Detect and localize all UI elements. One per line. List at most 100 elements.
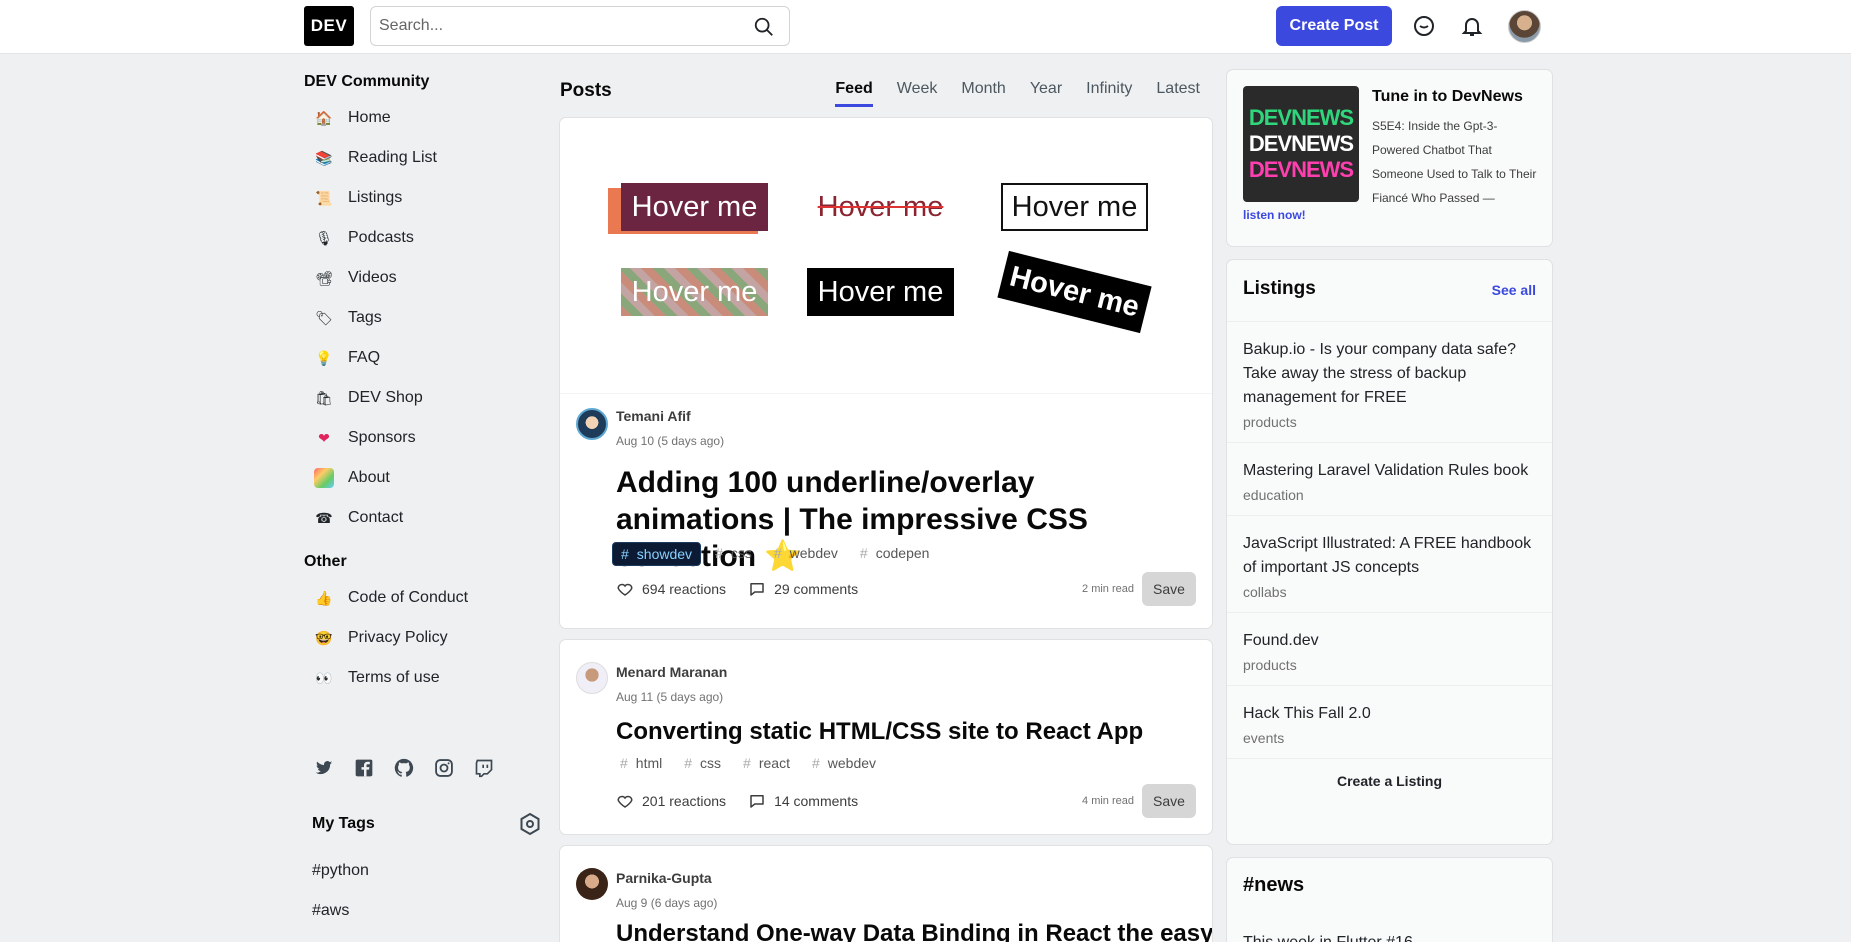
lightbulb-icon: 💡 [315, 349, 333, 366]
user-avatar[interactable] [1508, 10, 1541, 43]
house-icon: 🏠 [315, 109, 333, 126]
post-card[interactable]: Hover me Hover me Hover me Hover me Hove… [560, 118, 1212, 628]
sidebar-item-about[interactable]: About [304, 458, 544, 498]
chat-icon[interactable] [1412, 14, 1436, 38]
facebook-icon[interactable] [352, 756, 376, 780]
sidebar-item-dev-shop[interactable]: 🛍 DEV Shop [304, 378, 544, 418]
save-button[interactable]: Save [1142, 784, 1196, 818]
heart-icon: ❤ [318, 429, 330, 446]
tab-feed[interactable]: Feed [835, 80, 873, 107]
listing-item[interactable]: JavaScript Illustrated: A FREE handbook … [1227, 516, 1552, 613]
github-icon[interactable] [392, 756, 416, 780]
post-meta: 694 reactions 29 comments 2 min read Sav… [616, 572, 1196, 606]
sidebar-item-faq[interactable]: 💡 FAQ [304, 338, 544, 378]
dev-logo[interactable]: DEV [304, 6, 354, 46]
news-item[interactable]: This week in Flutter #16 [1243, 934, 1413, 942]
reactions-link[interactable]: 201 reactions [616, 792, 726, 810]
hover-demo-2: Hover me [817, 190, 944, 223]
sidebar-item-home[interactable]: 🏠 Home [304, 98, 544, 138]
author-avatar[interactable] [576, 868, 608, 900]
listing-item[interactable]: Bakup.io - Is your company data safe? Ta… [1227, 322, 1552, 443]
devnews-image[interactable]: DEVNEWS DEVNEWS DEVNEWS [1243, 86, 1359, 202]
sidebar-item-listings[interactable]: 📜 Listings [304, 178, 544, 218]
see-all-link[interactable]: See all [1492, 282, 1536, 298]
tab-infinity[interactable]: Infinity [1086, 80, 1132, 107]
tab-latest[interactable]: Latest [1156, 80, 1200, 107]
post-cover-image[interactable]: Hover me Hover me Hover me Hover me Hove… [560, 118, 1212, 394]
community-title: DEV Community [304, 73, 430, 90]
create-post-button[interactable]: Create Post [1276, 6, 1392, 46]
tag-css[interactable]: # css [676, 752, 729, 774]
post-date[interactable]: Aug 11 (5 days ago) [616, 690, 723, 704]
listing-item[interactable]: Mastering Laravel Validation Rules book e… [1227, 443, 1552, 516]
bell-icon[interactable] [1460, 14, 1484, 38]
listing-item[interactable]: Found.dev products [1227, 613, 1552, 686]
create-listing-link[interactable]: Create a Listing [1227, 759, 1552, 803]
post-title[interactable]: Understand One-way Data Binding in React… [616, 918, 1212, 942]
comments-link[interactable]: 29 comments [748, 580, 858, 598]
nerd-face-icon: 🤓 [315, 629, 333, 646]
sidebar-item-contact[interactable]: ☎ Contact [304, 498, 544, 538]
listings-title: Listings [1243, 278, 1316, 299]
sidebar-item-reading-list[interactable]: 📚 Reading List [304, 138, 544, 178]
reading-list-icon: 📚 [315, 149, 333, 166]
hover-demo-3: Hover me [1001, 183, 1148, 231]
tag-icon: 🏷 [315, 309, 333, 326]
devnews-title[interactable]: Tune in to DevNews [1372, 88, 1523, 106]
tag-react[interactable]: # react [735, 752, 798, 774]
tab-year[interactable]: Year [1030, 80, 1062, 107]
sidebar-item-sponsors[interactable]: ❤ Sponsors [304, 418, 544, 458]
my-tag-link[interactable]: #aws [312, 902, 349, 920]
top-header: DEV Create Post [0, 0, 1851, 54]
tag-codepen[interactable]: # codepen [852, 542, 938, 566]
sidebar-item-tags[interactable]: 🏷 Tags [304, 298, 544, 338]
search-box[interactable] [370, 6, 790, 46]
gear-icon[interactable] [518, 812, 542, 836]
feed-header: Posts Feed Week Month Year Infinity Late… [560, 78, 1212, 110]
sidebar-item-terms-of-use[interactable]: 👀 Terms of use [304, 658, 544, 698]
heart-outline-icon [617, 795, 633, 808]
sidebar-item-code-of-conduct[interactable]: 👍 Code of Conduct [304, 578, 544, 618]
sidebar-item-privacy-policy[interactable]: 🤓 Privacy Policy [304, 618, 544, 658]
listen-now-link[interactable]: listen now! [1243, 208, 1306, 222]
comment-icon [750, 583, 764, 596]
tag-css[interactable]: # css [707, 542, 760, 566]
news-title[interactable]: #news [1243, 874, 1304, 897]
sidebar-item-videos[interactable]: 📽 Videos [304, 258, 544, 298]
twitter-icon[interactable] [312, 756, 336, 780]
dev-rainbow-icon [314, 468, 334, 488]
comments-link[interactable]: 14 comments [748, 792, 858, 810]
post-title[interactable]: Converting static HTML/CSS site to React… [616, 716, 1196, 748]
video-camera-icon: 📽 [315, 269, 333, 286]
tag-webdev[interactable]: # webdev [804, 752, 884, 774]
hover-demo-6: Hover me [997, 250, 1152, 334]
comment-icon [750, 795, 764, 808]
author-avatar[interactable] [576, 662, 608, 694]
save-button[interactable]: Save [1142, 572, 1196, 606]
search-input[interactable] [379, 7, 739, 45]
twitch-icon[interactable] [472, 756, 496, 780]
post-card[interactable]: Menard Maranan Aug 11 (5 days ago) Conve… [560, 640, 1212, 834]
author-name[interactable]: Menard Maranan [616, 664, 727, 680]
search-icon[interactable] [753, 16, 775, 38]
sidebar-item-podcasts[interactable]: 🎙 Podcasts [304, 218, 544, 258]
tag-html[interactable]: # html [612, 752, 670, 774]
instagram-icon[interactable] [432, 756, 456, 780]
my-tag-link[interactable]: #python [312, 862, 369, 880]
post-card[interactable]: Parnika-Gupta Aug 9 (6 days ago) Underst… [560, 846, 1212, 942]
tab-week[interactable]: Week [897, 80, 938, 107]
post-date[interactable]: Aug 10 (5 days ago) [616, 434, 724, 448]
other-title: Other [304, 553, 347, 570]
author-name[interactable]: Parnika-Gupta [616, 870, 712, 886]
tag-webdev[interactable]: # webdev [766, 542, 846, 566]
listing-item[interactable]: Hack This Fall 2.0 events [1227, 686, 1552, 759]
devnews-card[interactable]: DEVNEWS DEVNEWS DEVNEWS Tune in to DevNe… [1227, 70, 1552, 246]
author-avatar[interactable] [576, 408, 608, 440]
tag-showdev[interactable]: # showdev [612, 542, 702, 566]
tab-month[interactable]: Month [961, 80, 1005, 107]
devnews-description: S5E4: Inside the Gpt-3-Powered Chatbot T… [1372, 119, 1537, 205]
post-date[interactable]: Aug 9 (6 days ago) [616, 896, 717, 910]
hover-demo-5: Hover me [807, 268, 954, 316]
reactions-link[interactable]: 694 reactions [616, 580, 726, 598]
author-name[interactable]: Temani Afif [616, 408, 691, 424]
